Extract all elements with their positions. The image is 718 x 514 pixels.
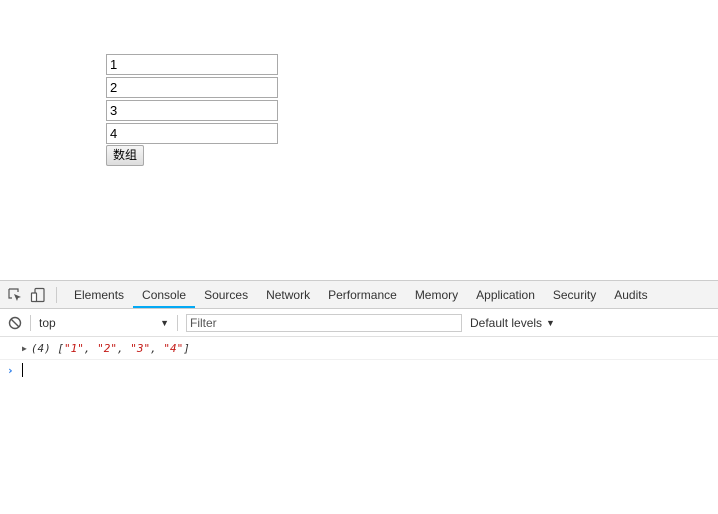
tabbar-divider: [56, 286, 57, 303]
text-caret: [21, 363, 23, 377]
filterbar-divider-2: [177, 314, 178, 331]
text-input-4[interactable]: [106, 123, 278, 144]
tab-memory[interactable]: Memory: [406, 282, 467, 308]
devtools-tabbar: Elements Console Sources Network Perform…: [0, 281, 718, 309]
context-selector-value: top: [39, 315, 56, 330]
device-toolbar-icon[interactable]: [30, 287, 46, 303]
expand-triangle-icon[interactable]: ▶: [22, 344, 27, 353]
console-log-entry[interactable]: ▶ (4) ["1", "2", "3", "4"]: [0, 337, 718, 360]
array-item-2: "2": [97, 341, 117, 355]
tab-network[interactable]: Network: [257, 282, 319, 308]
array-open-bracket: [: [57, 341, 64, 355]
console-filterbar: top ▼ Default levels ▼: [0, 309, 718, 337]
console-prompt-icon: ›: [7, 363, 14, 377]
filterbar-divider: [30, 314, 31, 331]
context-selector[interactable]: top ▼: [39, 316, 169, 330]
tab-console[interactable]: Console: [133, 282, 196, 308]
array-close-bracket: ]: [183, 341, 190, 355]
dropdown-arrow-icon: ▼: [160, 317, 169, 328]
array-length: (4): [30, 341, 51, 355]
console-output: ▶ (4) ["1", "2", "3", "4"] ›: [0, 337, 718, 380]
array-button[interactable]: 数组: [106, 145, 145, 166]
array-item-1: "1": [63, 341, 84, 355]
inspect-element-icon[interactable]: [7, 287, 23, 303]
devtools-panel: Elements Console Sources Network Perform…: [0, 280, 718, 514]
clear-console-icon[interactable]: [8, 316, 22, 330]
log-levels-label: Default levels: [470, 315, 543, 330]
array-item-4: "4": [163, 341, 184, 355]
tab-security[interactable]: Security: [544, 282, 605, 308]
web-page: 数组: [0, 0, 718, 280]
tab-elements[interactable]: Elements: [65, 282, 133, 308]
dropdown-arrow-icon: ▼: [546, 317, 555, 328]
log-levels-selector[interactable]: Default levels ▼: [470, 316, 555, 330]
text-input-3[interactable]: [106, 100, 278, 121]
array-item-3: "3": [130, 341, 151, 355]
tab-performance[interactable]: Performance: [319, 282, 406, 308]
console-prompt[interactable]: ›: [0, 360, 718, 380]
tab-audits[interactable]: Audits: [605, 282, 656, 308]
tab-sources[interactable]: Sources: [195, 282, 257, 308]
filter-input[interactable]: [186, 313, 462, 332]
tab-application[interactable]: Application: [467, 282, 544, 308]
text-input-2[interactable]: [106, 77, 278, 98]
text-input-1[interactable]: [106, 54, 278, 75]
